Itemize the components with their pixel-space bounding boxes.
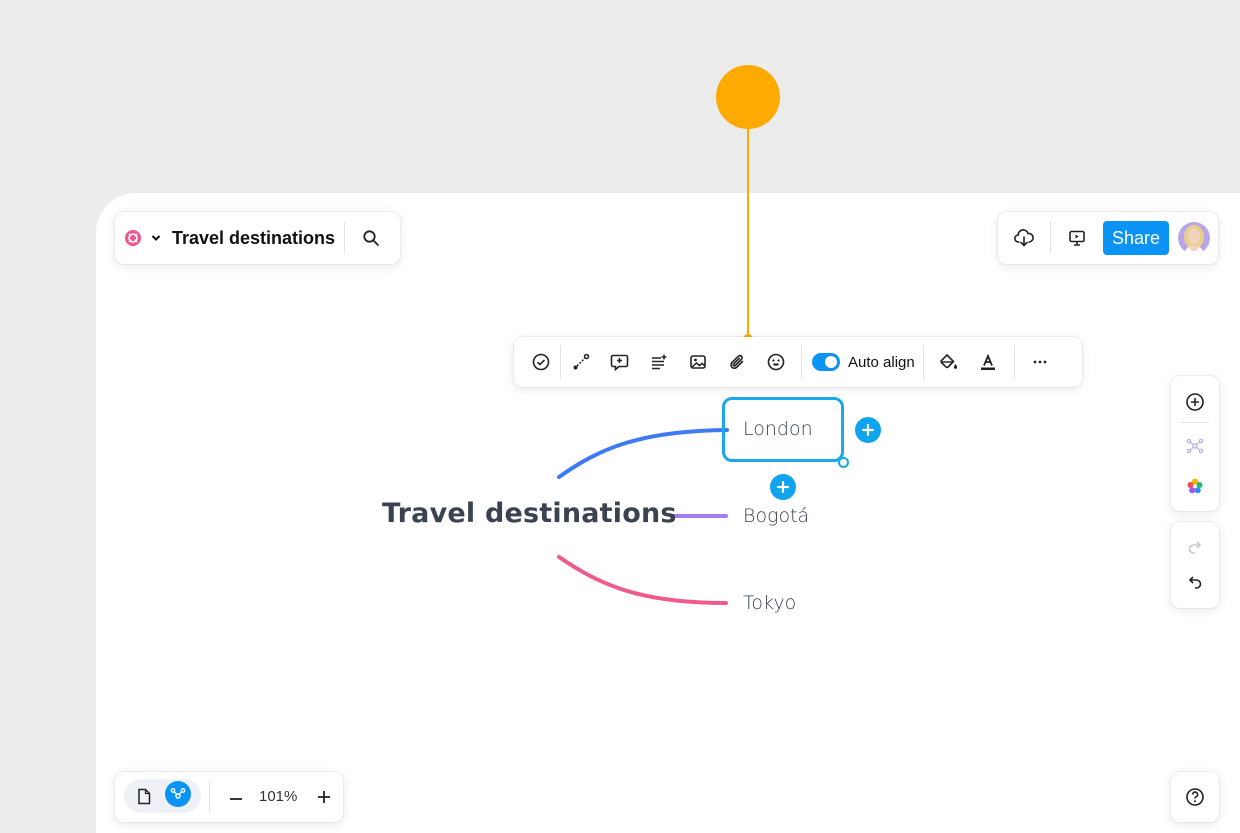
divider [209,782,210,812]
redo-icon [1188,541,1202,554]
mindmap-layout-icon [1186,438,1204,454]
minus-icon [230,798,242,800]
mindmap-icon [170,788,186,799]
zoom-level[interactable]: 101% [259,788,297,805]
view-controls: 101% [115,772,343,822]
undo-icon [1188,576,1202,589]
color-theme-button[interactable] [1171,471,1219,501]
mindmap-view-button[interactable] [165,781,191,807]
resize-handle[interactable] [838,457,849,468]
redo-button[interactable] [1171,532,1219,562]
connector-london [557,428,729,479]
document-icon [138,788,151,804]
help-icon [1186,788,1204,806]
add-sibling-button[interactable] [770,474,796,500]
plus-icon [318,791,330,803]
help-button[interactable] [1184,786,1206,808]
node-london[interactable]: London [743,418,813,440]
document-view-button[interactable] [133,785,155,807]
layout-button[interactable] [1171,431,1219,461]
zoom-in-button[interactable] [313,786,335,808]
add-circle-icon [1186,393,1204,411]
plus-icon [862,424,874,436]
divider [1181,422,1209,423]
add-button[interactable] [1171,387,1219,417]
undo-button[interactable] [1171,567,1219,597]
history-panel [1171,522,1219,608]
help-panel [1171,772,1219,822]
zoom-out-button[interactable] [225,788,247,810]
add-child-button[interactable] [855,417,881,443]
right-tools-panel [1171,376,1219,511]
color-palette-icon [1187,478,1203,494]
connector-tokyo [557,555,728,605]
mindmap-connectors [557,428,729,605]
node-tokyo[interactable]: Tokyo [743,592,796,614]
node-bogota[interactable]: Bogotá [743,505,809,527]
root-node[interactable]: Travel destinations [382,498,677,529]
plus-icon [777,481,789,493]
